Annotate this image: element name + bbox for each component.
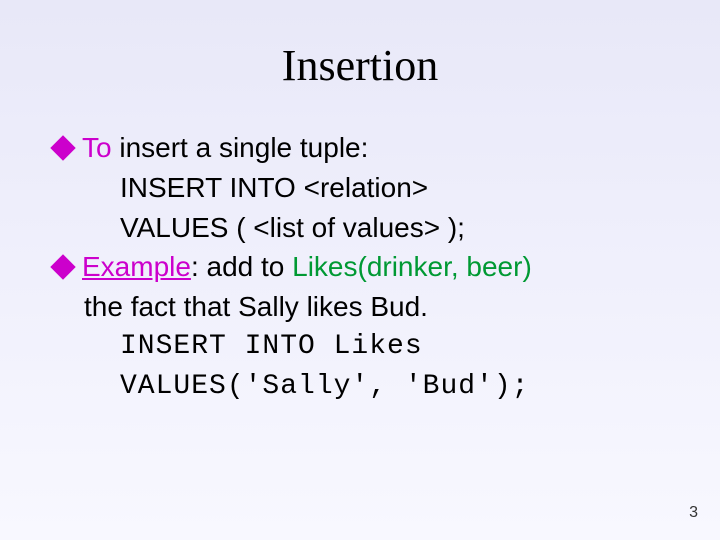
slide-title: Insertion (50, 40, 670, 91)
bullet-1-rest: insert a single tuple: (112, 132, 369, 163)
bullet-2-text: Example: add to Likes(drinker, beer) (82, 248, 670, 286)
diamond-bullet-icon (50, 255, 75, 280)
bullet-1-lead: To (82, 132, 112, 163)
bullet-1-text: To insert a single tuple: (82, 129, 670, 167)
code1-line1: INSERT INTO <relation> (50, 169, 670, 207)
bullet-2-lead: Example (82, 251, 191, 282)
bullet-2-green: Likes(drinker, beer) (292, 251, 532, 282)
bullet-2-continuation: the fact that Sally likes Bud. (50, 288, 670, 326)
slide-body: To insert a single tuple: INSERT INTO <r… (50, 129, 670, 406)
bullet-2: Example: add to Likes(drinker, beer) (50, 248, 670, 286)
bullet-2-rest1: : add to (191, 251, 292, 282)
diamond-bullet-icon (50, 135, 75, 160)
bullet-1: To insert a single tuple: (50, 129, 670, 167)
code2-line1: INSERT INTO Likes (50, 328, 670, 366)
code2-line2: VALUES('Sally', 'Bud'); (50, 368, 670, 406)
page-number: 3 (689, 504, 698, 522)
code1-line2: VALUES ( <list of values> ); (50, 209, 670, 247)
